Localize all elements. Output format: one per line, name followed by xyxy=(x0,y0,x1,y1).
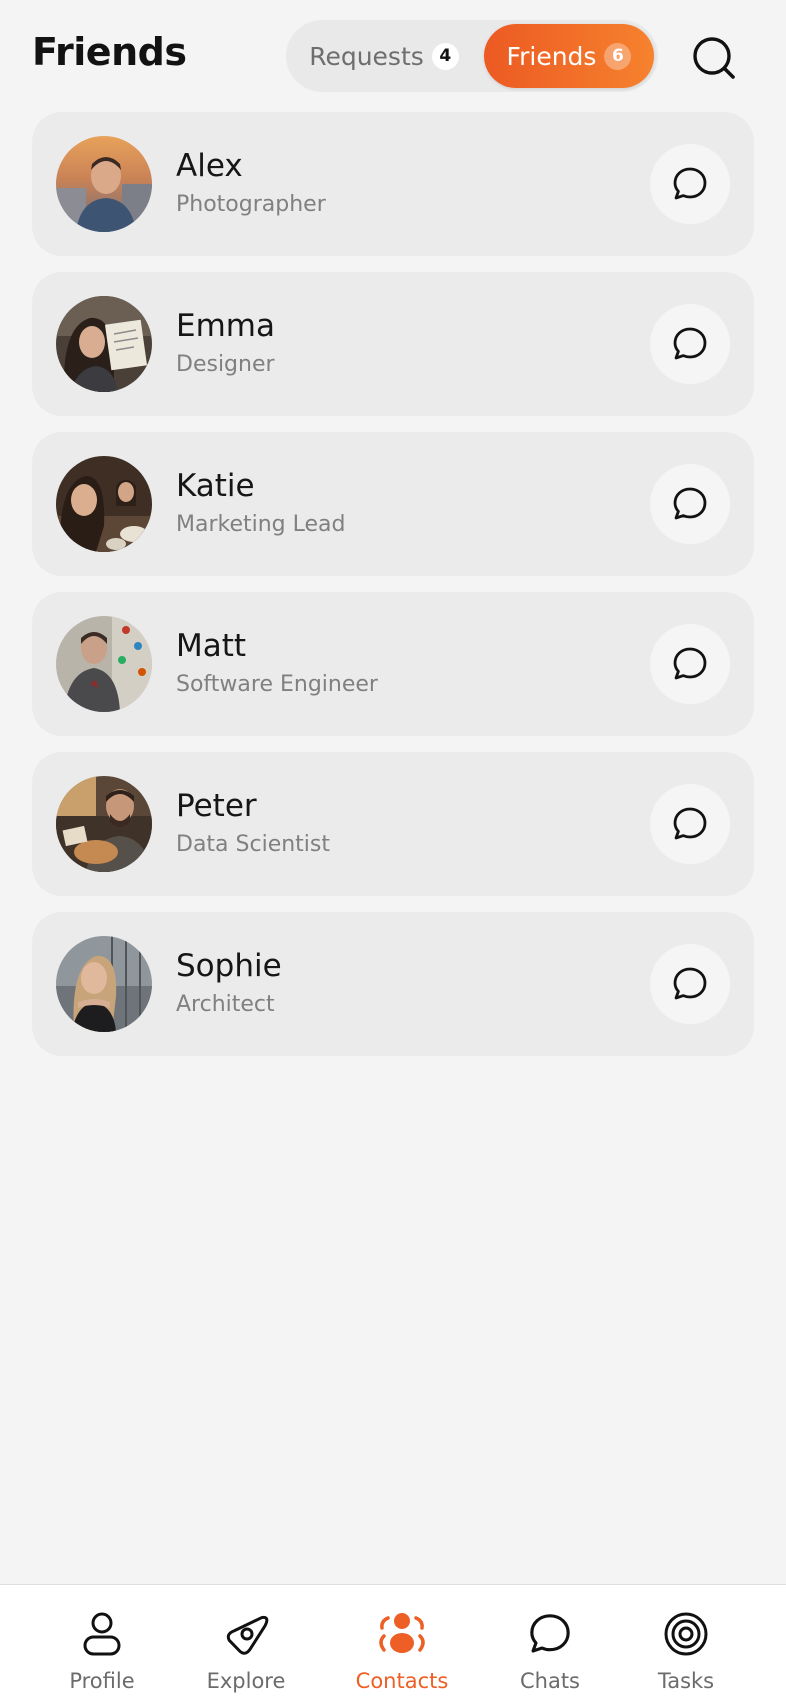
tab-tasks[interactable]: Tasks xyxy=(616,1585,756,1704)
chat-bubble-icon xyxy=(530,1614,570,1653)
friend-name: Matt xyxy=(176,628,247,664)
tab-explore[interactable]: Explore xyxy=(176,1585,316,1704)
friend-card-katie[interactable]: Katie Marketing Lead xyxy=(32,432,754,576)
search-icon xyxy=(693,37,735,79)
chat-bubble-icon xyxy=(673,327,707,360)
friend-name: Sophie xyxy=(176,948,282,984)
tab-friends[interactable]: Friends 6 xyxy=(484,24,654,88)
avatar xyxy=(56,936,152,1032)
tab-label: Contacts xyxy=(355,1669,449,1693)
avatar xyxy=(56,456,152,552)
contacts-icon xyxy=(379,1613,425,1653)
friend-role: Marketing Lead xyxy=(176,512,346,537)
tab-profile[interactable]: Profile xyxy=(32,1585,172,1704)
message-button[interactable] xyxy=(650,624,730,704)
friend-card-alex[interactable]: Alex Photographer xyxy=(32,112,754,256)
tab-friends-label: Friends xyxy=(506,41,597,71)
friend-role: Architect xyxy=(176,992,275,1017)
friend-card-sophie[interactable]: Sophie Architect xyxy=(32,912,754,1056)
chat-bubble-icon xyxy=(673,167,707,200)
message-button[interactable] xyxy=(650,144,730,224)
header: Friends Requests 4 Friends 6 xyxy=(0,0,786,112)
chat-bubble-icon xyxy=(673,807,707,840)
tab-requests-label: Requests xyxy=(309,41,424,71)
chat-bubble-icon xyxy=(673,967,707,1000)
tab-contacts[interactable]: Contacts xyxy=(332,1585,472,1704)
friends-segmented-control: Requests 4 Friends 6 xyxy=(286,20,658,92)
friend-card-peter[interactable]: Peter Data Scientist xyxy=(32,752,754,896)
search-button[interactable] xyxy=(684,28,744,88)
friend-role: Software Engineer xyxy=(176,672,378,697)
friend-name: Peter xyxy=(176,788,257,824)
friend-card-matt[interactable]: Matt Software Engineer xyxy=(32,592,754,736)
friend-role: Data Scientist xyxy=(176,832,330,857)
avatar xyxy=(56,776,152,872)
tab-label: Chats xyxy=(519,1669,581,1693)
requests-count-badge: 4 xyxy=(431,42,459,70)
tab-requests[interactable]: Requests 4 xyxy=(286,20,482,92)
person-icon xyxy=(83,1612,121,1656)
avatar xyxy=(56,296,152,392)
target-icon xyxy=(664,1612,708,1656)
friend-name: Alex xyxy=(176,148,243,184)
message-button[interactable] xyxy=(650,304,730,384)
message-button[interactable] xyxy=(650,464,730,544)
tab-label: Profile xyxy=(69,1669,135,1693)
compass-icon xyxy=(226,1615,269,1655)
tab-chats[interactable]: Chats xyxy=(480,1585,620,1704)
tab-label: Tasks xyxy=(657,1669,715,1693)
message-button[interactable] xyxy=(650,944,730,1024)
friend-name: Emma xyxy=(176,308,275,344)
friends-count-badge: 6 xyxy=(604,42,632,70)
avatar xyxy=(56,136,152,232)
avatar xyxy=(56,616,152,712)
chat-bubble-icon xyxy=(673,487,707,520)
tab-label: Explore xyxy=(206,1669,286,1693)
friend-card-emma[interactable]: Emma Designer xyxy=(32,272,754,416)
page-title: Friends xyxy=(32,30,187,74)
friend-role: Designer xyxy=(176,352,275,377)
chat-bubble-icon xyxy=(673,647,707,680)
bottom-tab-bar: Profile Explore Contacts Chats Tasks xyxy=(0,1584,786,1704)
friend-role: Photographer xyxy=(176,192,326,217)
message-button[interactable] xyxy=(650,784,730,864)
friend-name: Katie xyxy=(176,468,255,504)
